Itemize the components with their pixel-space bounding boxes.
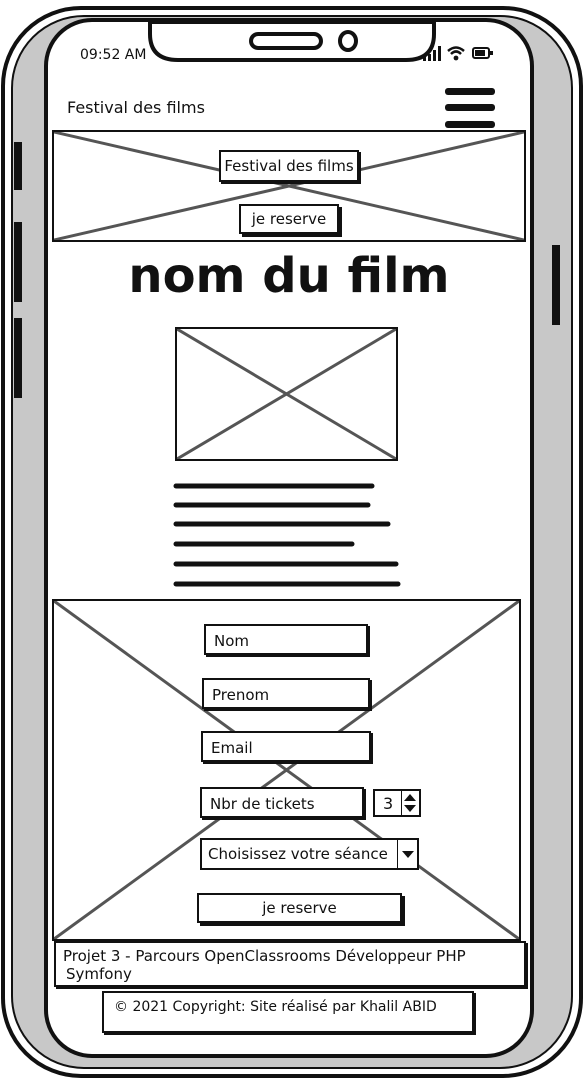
prenom-input[interactable]: Prenom: [202, 678, 370, 709]
email-input[interactable]: Email: [201, 731, 371, 762]
nom-input-placeholder: Nom: [214, 632, 250, 650]
footer-copyright-text: © 2021 Copyright: Site réalisé par Khali…: [114, 999, 437, 1015]
hamburger-menu-icon[interactable]: [443, 86, 497, 130]
chevron-down-icon[interactable]: [397, 840, 417, 868]
tickets-stepper[interactable]: 3: [373, 789, 421, 817]
status-time: 09:52 AM: [80, 47, 147, 63]
battery-icon: [472, 47, 493, 59]
tickets-input[interactable]: Nbr de tickets: [200, 787, 364, 818]
footer-project-line1: Projet 3 - Parcours OpenClassrooms Dével…: [63, 947, 466, 965]
footer-project: Projet 3 - Parcours OpenClassrooms Dével…: [54, 941, 526, 987]
tickets-stepper-value: 3: [383, 794, 394, 813]
hero-title-button[interactable]: Festival des films: [219, 150, 359, 182]
app-title: Festival des films: [67, 98, 205, 117]
stepper-arrows-icon[interactable]: [401, 791, 419, 815]
prenom-input-placeholder: Prenom: [212, 686, 270, 704]
tickets-input-placeholder: Nbr de tickets: [210, 795, 315, 813]
seance-select[interactable]: Choisissez votre séance: [200, 838, 419, 870]
wifi-icon: [447, 46, 465, 61]
footer-copyright: © 2021 Copyright: Site réalisé par Khali…: [102, 991, 474, 1033]
seance-select-value: Choisissez votre séance: [208, 845, 388, 863]
cellular-signal-icon: [423, 46, 441, 61]
email-input-placeholder: Email: [211, 739, 253, 757]
movie-image-placeholder: [175, 327, 398, 461]
movie-title: nom du film: [128, 248, 450, 304]
nom-input[interactable]: Nom: [204, 624, 368, 655]
description-text-placeholder: [173, 483, 401, 587]
form-submit-button[interactable]: je reserve: [197, 893, 402, 923]
hero-reserve-button[interactable]: je reserve: [239, 204, 339, 234]
footer-project-line2: Symfony: [66, 965, 132, 983]
